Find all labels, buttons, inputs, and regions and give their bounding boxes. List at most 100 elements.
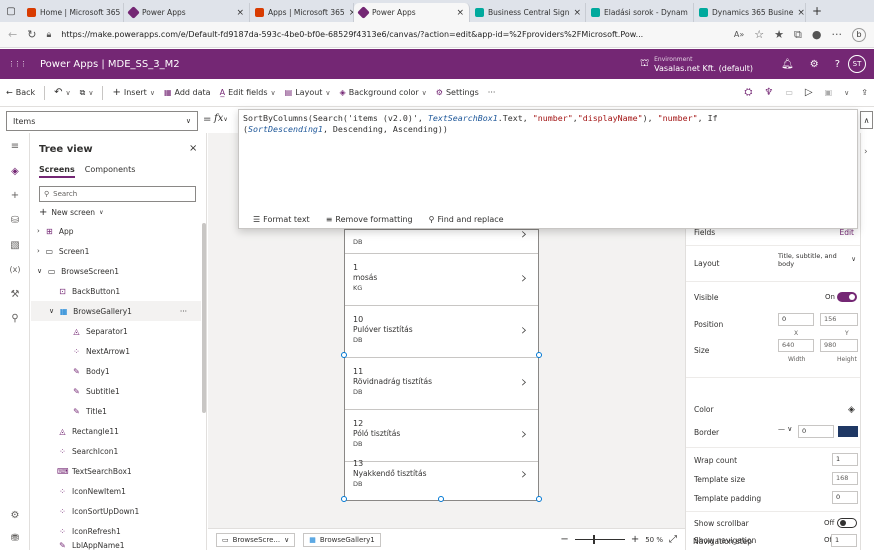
template-padding-input[interactable]: 0 bbox=[832, 491, 858, 504]
zoom-slider-thumb[interactable] bbox=[592, 535, 595, 544]
gallery-item[interactable]: 11 Rövidnadrág tisztítás DB › bbox=[345, 358, 538, 410]
tree-node-nextarrow1[interactable]: ⁘ NextArrow1 bbox=[31, 341, 201, 361]
variables-icon[interactable]: (x) bbox=[0, 265, 30, 274]
gallery-item[interactable]: DB › bbox=[345, 224, 538, 254]
resize-handle[interactable] bbox=[341, 496, 347, 502]
show-scrollbar-toggle[interactable] bbox=[837, 518, 857, 528]
position-y-input[interactable]: 156 bbox=[820, 313, 858, 326]
favorites-icon[interactable]: ★ bbox=[774, 28, 784, 41]
border-style-dropdown[interactable]: — ∨ bbox=[778, 425, 792, 433]
help-icon[interactable]: ? bbox=[835, 59, 840, 70]
format-text-button[interactable]: ☰ Format text bbox=[253, 215, 310, 224]
browser-tab-apps-m365[interactable]: Apps | Microsoft 365 × bbox=[250, 3, 354, 22]
tree-node-rectangle11[interactable]: ◬ Rectangle11 bbox=[31, 421, 201, 441]
url-field[interactable]: https://make.powerapps.com/e/Default-fd9… bbox=[61, 30, 724, 39]
browser-tab-eladasi-sorok[interactable]: Eladási sorok - Dynam × bbox=[586, 3, 694, 22]
zoom-in-button[interactable]: + bbox=[631, 534, 639, 545]
tree-node-browsegallery1[interactable]: ∨ ▦ BrowseGallery1 ··· bbox=[31, 301, 201, 321]
tab-close-icon[interactable]: × bbox=[797, 8, 805, 18]
chevron-right-icon[interactable]: › bbox=[521, 424, 527, 443]
navigation-step-input[interactable]: 1 bbox=[831, 534, 857, 547]
collections-icon[interactable]: ⧉ bbox=[794, 28, 802, 42]
zoom-out-button[interactable]: − bbox=[560, 534, 568, 545]
find-replace-button[interactable]: ⚲ Find and replace bbox=[429, 215, 504, 224]
bing-icon[interactable]: b bbox=[852, 27, 866, 42]
comments-icon[interactable]: ▭ bbox=[785, 88, 793, 97]
chevron-right-icon[interactable]: › bbox=[521, 372, 527, 391]
browser-tab-home-m365[interactable]: Home | Microsoft 365 × bbox=[22, 3, 124, 22]
data-icon[interactable]: ⛁ bbox=[0, 215, 30, 226]
layout-button[interactable]: ▤ Layout ∨ bbox=[285, 88, 331, 97]
tree-node-body1[interactable]: ✎ Body1 bbox=[31, 361, 201, 381]
edit-fields-link[interactable]: Edit bbox=[839, 228, 854, 237]
chevron-right-icon[interactable]: › bbox=[521, 268, 527, 287]
property-dropdown[interactable]: Items ∨ bbox=[6, 111, 198, 131]
tree-node-separator1[interactable]: ◬ Separator1 bbox=[31, 321, 201, 341]
media-icon[interactable]: ▧ bbox=[0, 240, 30, 251]
favorite-star-icon[interactable]: ☆ bbox=[754, 28, 764, 41]
formula-text[interactable]: SortByColumns(Search('items (v2.0)', Tex… bbox=[243, 113, 843, 135]
browser-tab-power-apps-1[interactable]: Power Apps × bbox=[124, 3, 250, 22]
tab-close-icon[interactable]: × bbox=[456, 8, 464, 18]
tab-close-icon[interactable]: × bbox=[574, 8, 582, 18]
app-launcher-waffle-icon[interactable]: ⋮⋮⋮ bbox=[8, 60, 27, 68]
position-x-input[interactable]: 0 bbox=[778, 313, 814, 326]
back-arrow-icon[interactable]: ← bbox=[8, 28, 17, 41]
tree-node-backbutton1[interactable]: ⊡ BackButton1 bbox=[31, 281, 201, 301]
tree-node-screen1[interactable]: › ▭ Screen1 bbox=[31, 241, 201, 261]
breadcrumb-screen[interactable]: ▭ BrowseScre... ∨ bbox=[216, 532, 296, 547]
resize-handle[interactable] bbox=[438, 496, 444, 502]
tab-actions-icon[interactable]: ▢ bbox=[0, 6, 22, 17]
publish-icon[interactable]: ⇪ bbox=[861, 88, 868, 97]
layout-dropdown[interactable]: Title, subtitle, and body ∨ bbox=[778, 252, 858, 268]
insert-plus-icon[interactable]: + bbox=[0, 190, 30, 201]
new-tab-button[interactable]: + bbox=[806, 4, 828, 18]
advanced-tools-icon[interactable]: ⚒ bbox=[0, 289, 30, 300]
tree-search-input[interactable]: ⚲ Search bbox=[39, 186, 196, 202]
user-avatar[interactable]: ST bbox=[848, 55, 866, 73]
more-options-icon[interactable]: ··· bbox=[180, 307, 187, 316]
gallery-item[interactable]: 1 mosás KG › bbox=[345, 254, 538, 306]
resize-handle[interactable] bbox=[341, 352, 347, 358]
fx-function-button[interactable]: fx∨ bbox=[214, 113, 228, 124]
tree-node-app[interactable]: › ⊞ App bbox=[31, 221, 201, 241]
template-size-input[interactable]: 168 bbox=[832, 472, 858, 485]
tree-node-title1[interactable]: ✎ Title1 bbox=[31, 401, 201, 421]
new-screen-button[interactable]: + New screen ∨ bbox=[39, 207, 103, 218]
back-button[interactable]: ← Back bbox=[6, 88, 35, 97]
tree-node-searchicon1[interactable]: ⁘ SearchIcon1 bbox=[31, 441, 201, 461]
chevron-down-icon[interactable]: ∨ bbox=[844, 89, 849, 97]
tree-node-iconsortupdown1[interactable]: ⁘ IconSortUpDown1 bbox=[31, 501, 201, 521]
border-width-input[interactable]: 0 bbox=[798, 425, 834, 438]
hamburger-menu-icon[interactable]: ≡ bbox=[0, 141, 30, 152]
chevron-right-icon[interactable]: › bbox=[521, 320, 527, 339]
browse-gallery[interactable]: DB › 1 mosás KG › 10 Pulóver tisztítás D… bbox=[341, 224, 542, 502]
chevron-right-icon[interactable]: › bbox=[521, 464, 527, 483]
border-color-swatch[interactable] bbox=[838, 426, 858, 437]
formula-editor[interactable]: SortByColumns(Search('items (v2.0)', Tex… bbox=[238, 109, 858, 229]
stethoscope-icon[interactable]: ♆ bbox=[764, 87, 773, 98]
more-commands-button[interactable]: ··· bbox=[488, 88, 496, 97]
tree-node-textsearchbox1[interactable]: ⌨ TextSearchBox1 bbox=[31, 461, 201, 481]
lock-icon[interactable]: 🔒︎ bbox=[46, 30, 51, 40]
save-icon[interactable]: ▣ bbox=[825, 88, 833, 97]
read-aloud-icon[interactable]: A» bbox=[734, 30, 744, 39]
browser-tab-power-apps-active[interactable]: Power Apps × bbox=[354, 3, 470, 22]
paint-bucket-icon[interactable]: ◈ bbox=[848, 405, 855, 415]
chevron-right-icon[interactable]: › bbox=[864, 147, 868, 157]
edit-fields-button[interactable]: A̲ Edit fields ∨ bbox=[220, 88, 276, 97]
height-input[interactable]: 980 bbox=[820, 339, 858, 352]
collapse-formula-button[interactable]: ∧ bbox=[860, 111, 873, 129]
tab-screens[interactable]: Screens bbox=[39, 165, 75, 178]
visible-toggle[interactable] bbox=[837, 292, 857, 302]
tree-view-layers-icon[interactable]: ◈ bbox=[0, 166, 30, 177]
refresh-icon[interactable]: ↻ bbox=[27, 28, 36, 41]
insert-button[interactable]: + Insert ∨ bbox=[112, 87, 154, 98]
settings-gear-icon[interactable]: ⚙ bbox=[0, 510, 30, 521]
play-preview-icon[interactable]: ▷ bbox=[805, 87, 813, 98]
gallery-item[interactable]: 10 Pulóver tisztítás DB › bbox=[345, 306, 538, 358]
resize-handle[interactable] bbox=[536, 352, 542, 358]
zoom-slider[interactable] bbox=[574, 535, 625, 544]
tab-components[interactable]: Components bbox=[85, 165, 136, 178]
tab-close-icon[interactable]: × bbox=[236, 8, 244, 18]
